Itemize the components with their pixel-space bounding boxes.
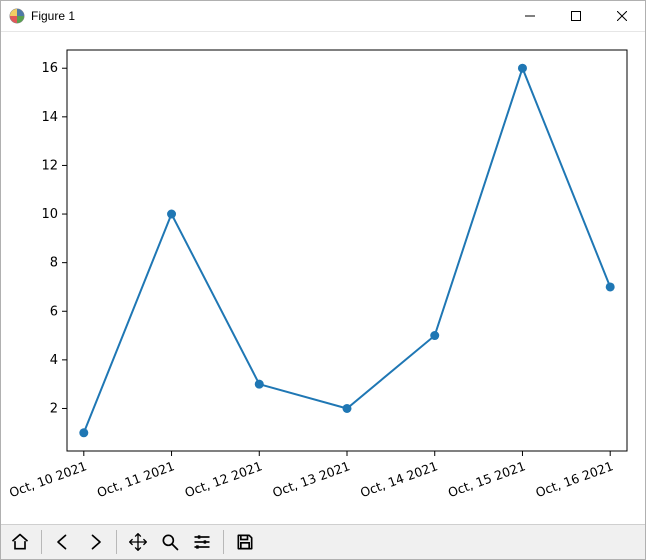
x-tick-label: Oct, 13 2021 bbox=[270, 458, 351, 500]
home-icon bbox=[10, 532, 30, 552]
y-tick-label: 4 bbox=[50, 353, 58, 368]
figure-window: Figure 1 2 4 6 8 10 12 14 16 Oct, 10 2021Oct, 11… bbox=[0, 0, 646, 560]
back-button[interactable] bbox=[48, 528, 78, 556]
save-button[interactable] bbox=[230, 528, 260, 556]
matplotlib-toolbar bbox=[1, 524, 645, 559]
axes-frame bbox=[67, 50, 627, 451]
pan-button[interactable] bbox=[123, 528, 153, 556]
save-icon bbox=[235, 532, 255, 552]
y-tick-label: 10 bbox=[41, 207, 58, 222]
y-tick-label: 6 bbox=[50, 304, 58, 319]
data-marker bbox=[343, 404, 352, 413]
data-marker bbox=[430, 331, 439, 340]
x-tick-label: Oct, 11 2021 bbox=[95, 458, 176, 500]
home-button[interactable] bbox=[5, 528, 35, 556]
maximize-button[interactable] bbox=[553, 1, 599, 31]
data-marker bbox=[79, 428, 88, 437]
configure-button[interactable] bbox=[187, 528, 217, 556]
x-tick-label: Oct, 16 2021 bbox=[534, 458, 615, 500]
data-marker bbox=[167, 210, 176, 219]
magnifier-icon bbox=[160, 532, 180, 552]
forward-button[interactable] bbox=[80, 528, 110, 556]
move-icon bbox=[128, 532, 148, 552]
y-tick-label: 2 bbox=[50, 401, 58, 416]
y-tick-label: 16 bbox=[41, 61, 58, 76]
minimize-button[interactable] bbox=[507, 1, 553, 31]
data-marker bbox=[255, 380, 264, 389]
close-button[interactable] bbox=[599, 1, 645, 31]
toolbar-separator bbox=[223, 530, 224, 554]
y-tick-label: 8 bbox=[50, 256, 58, 271]
window-title: Figure 1 bbox=[31, 9, 75, 23]
zoom-button[interactable] bbox=[155, 528, 185, 556]
toolbar-separator bbox=[116, 530, 117, 554]
sliders-icon bbox=[192, 532, 212, 552]
x-tick-label: Oct, 14 2021 bbox=[358, 458, 439, 500]
data-marker bbox=[606, 282, 615, 291]
plot-area: 246810121416Oct, 10 2021Oct, 11 2021Oct,… bbox=[1, 32, 645, 524]
titlebar: Figure 1 bbox=[1, 1, 645, 32]
arrow-left-icon bbox=[53, 532, 73, 552]
data-marker bbox=[518, 64, 527, 73]
x-tick-label: Oct, 15 2021 bbox=[446, 458, 527, 500]
app-icon bbox=[9, 8, 25, 24]
x-tick-label: Oct, 10 2021 bbox=[7, 458, 88, 500]
toolbar-separator bbox=[41, 530, 42, 554]
y-tick-label: 12 bbox=[41, 158, 58, 173]
y-tick-label: 14 bbox=[41, 110, 58, 125]
x-tick-label: Oct, 12 2021 bbox=[183, 458, 264, 500]
arrow-right-icon bbox=[85, 532, 105, 552]
line-chart: 246810121416Oct, 10 2021Oct, 11 2021Oct,… bbox=[1, 32, 645, 526]
